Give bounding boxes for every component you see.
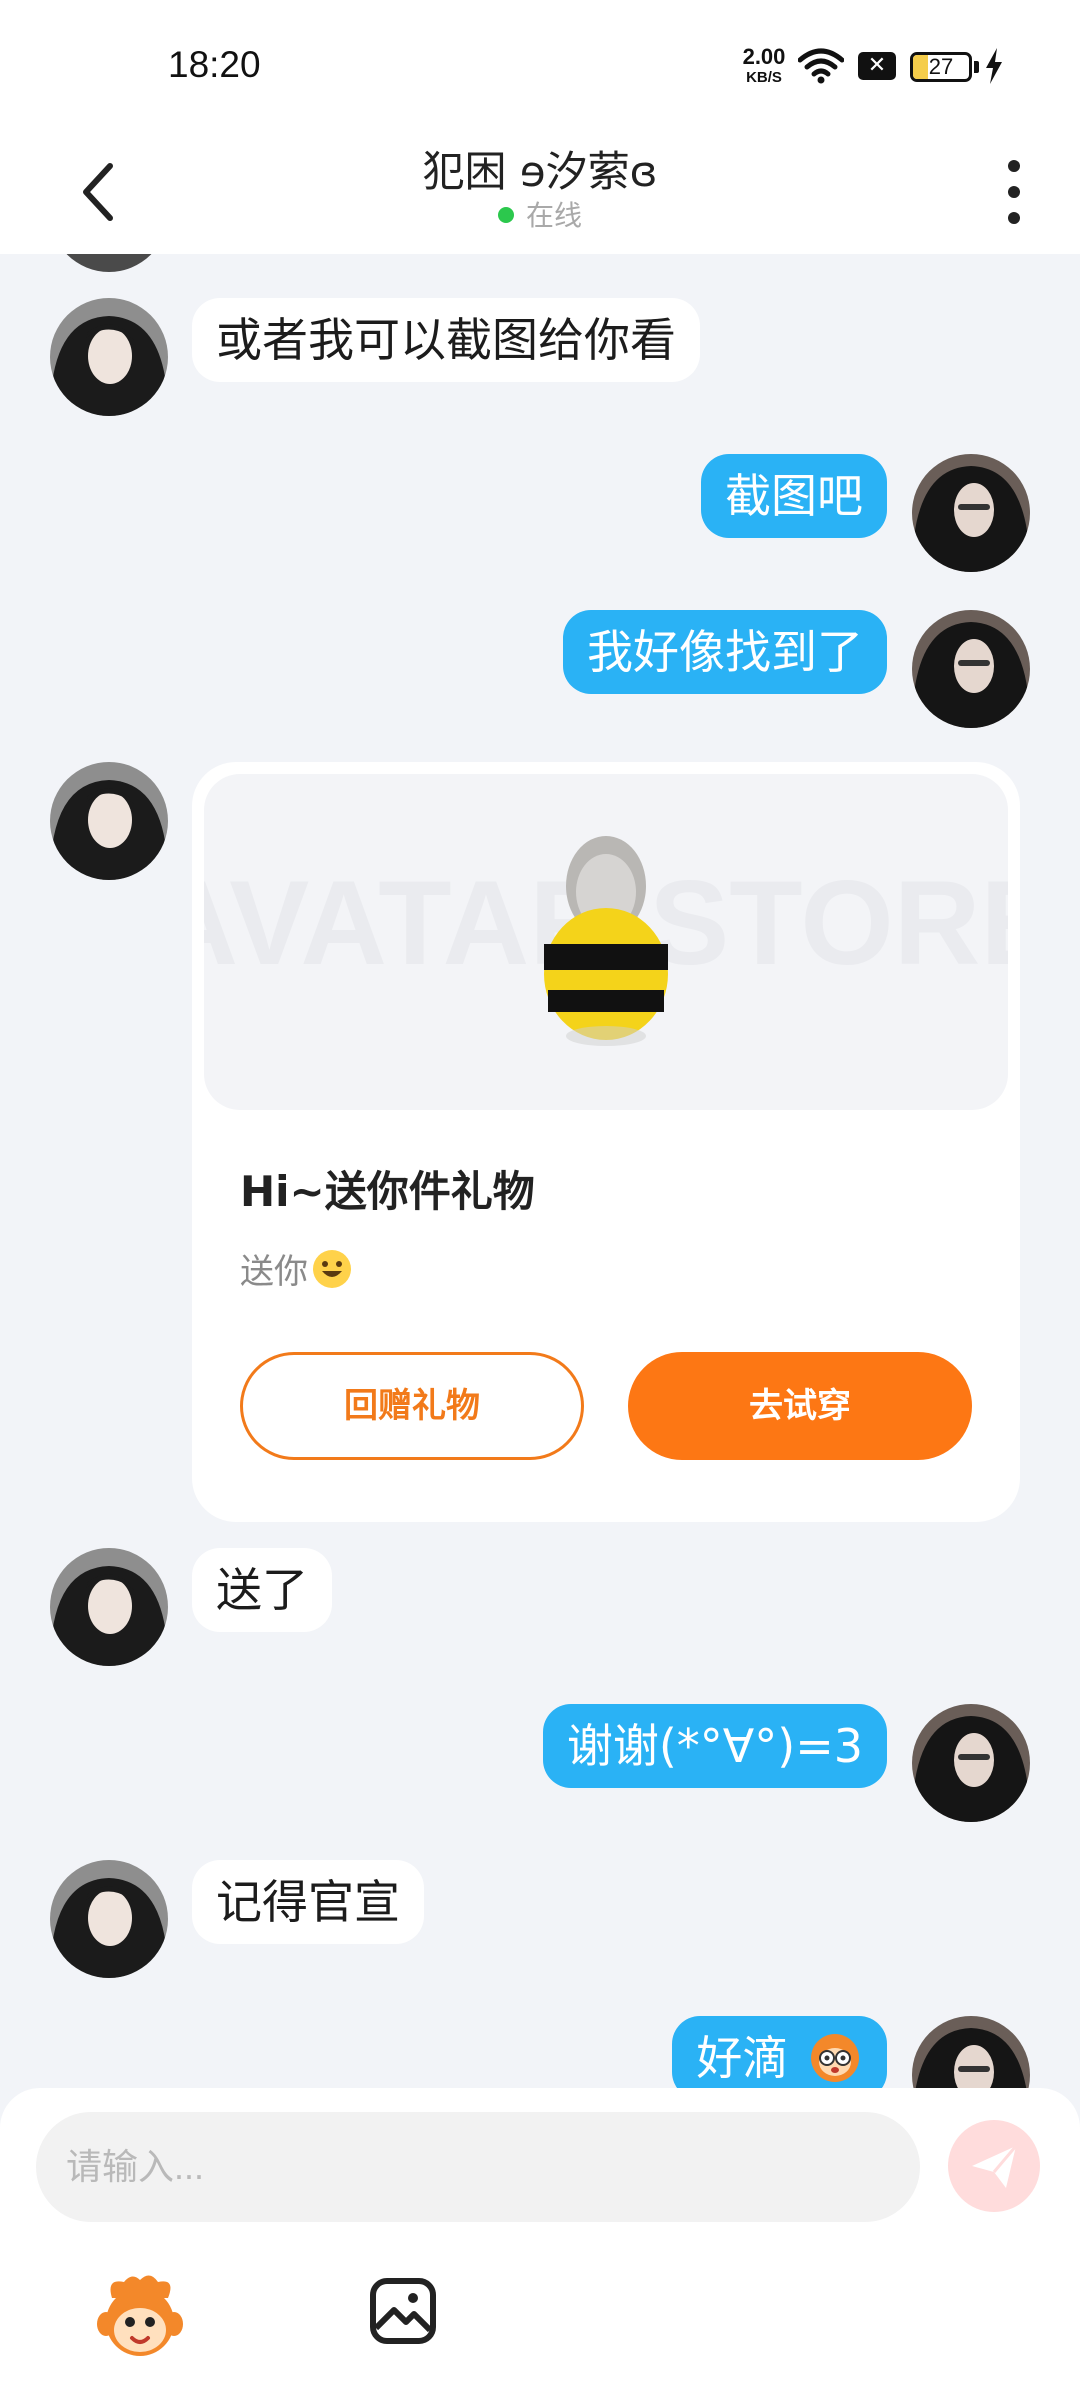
send-icon [972,2145,1018,2188]
no-sim-icon: ✕ [858,52,896,80]
online-status-label: 在线 [525,199,582,232]
battery-icon: 27 [910,52,972,82]
online-status: 在线 [0,194,1080,234]
network-speed-value: 2.00 [742,44,786,69]
network-speed-unit: KB/S [746,69,782,86]
more-icon[interactable] [994,152,1034,232]
message-bubble-incoming[interactable]: 或者我可以截图给你看 [192,298,700,382]
status-time: 18:20 [168,44,261,85]
online-dot [497,207,514,223]
gift-subtitle-text: 送你 [240,1252,308,1292]
message-bubble-incoming[interactable]: 送了 [192,1548,332,1632]
contact-avatar[interactable] [50,1860,168,1978]
message-list[interactable]: 或者我可以截图给你看 截图吧 我好像找到了 AVATAR STORE [0,254,1080,2090]
battery-level: 27 [928,54,954,79]
my-avatar[interactable] [912,610,1030,728]
message-bubble-outgoing[interactable]: 我好像找到了 [563,610,887,694]
return-gift-button[interactable]: 回赠礼物 [240,1352,584,1460]
my-avatar[interactable] [912,1704,1030,1822]
status-bar: 18:20 2.00 KB/S ✕ 27 [0,0,1080,132]
gift-title: Hi~送你件礼物 [240,1167,535,1216]
my-avatar[interactable] [912,454,1030,572]
gift-card[interactable]: AVATAR STORE Hi~送你件礼物 送你 回赠礼物 去试穿 [192,762,1020,1522]
message-text: 好滴 [696,2031,789,2085]
image-icon[interactable] [368,2276,438,2346]
contact-avatar[interactable] [50,254,168,272]
gift-subtitle: 送你 [240,1244,352,1293]
contact-avatar[interactable] [50,1548,168,1666]
message-bubble-outgoing[interactable]: 截图吧 [701,454,887,538]
message-input[interactable] [36,2112,920,2222]
network-speed: 2.00 KB/S [734,44,794,86]
contact-name: 犯困 ɘ汐萦ɞ [422,147,658,196]
gift-image: AVATAR STORE [204,774,1008,1110]
sticker-icon[interactable] [92,2268,188,2364]
composer [0,2088,1080,2400]
send-button[interactable] [948,2120,1040,2212]
contact-avatar[interactable] [50,762,168,880]
battery-tip [974,61,979,73]
my-avatar[interactable] [912,2016,1030,2090]
try-on-button[interactable]: 去试穿 [628,1352,972,1460]
charging-icon [986,48,1002,84]
message-bubble-outgoing[interactable]: 好滴 [672,2016,887,2090]
monkey-sticker-icon [811,2034,859,2082]
message-bubble-incoming[interactable]: 记得官宣 [192,1860,424,1944]
message-bubble-outgoing[interactable]: 谢谢(*°∀°)=3 [542,1704,887,1788]
smile-emoji-icon [313,1250,351,1288]
contact-avatar[interactable] [50,298,168,416]
wifi-icon [798,48,844,84]
chat-header: 犯困 ɘ汐萦ɞ 在线 [0,132,1080,254]
